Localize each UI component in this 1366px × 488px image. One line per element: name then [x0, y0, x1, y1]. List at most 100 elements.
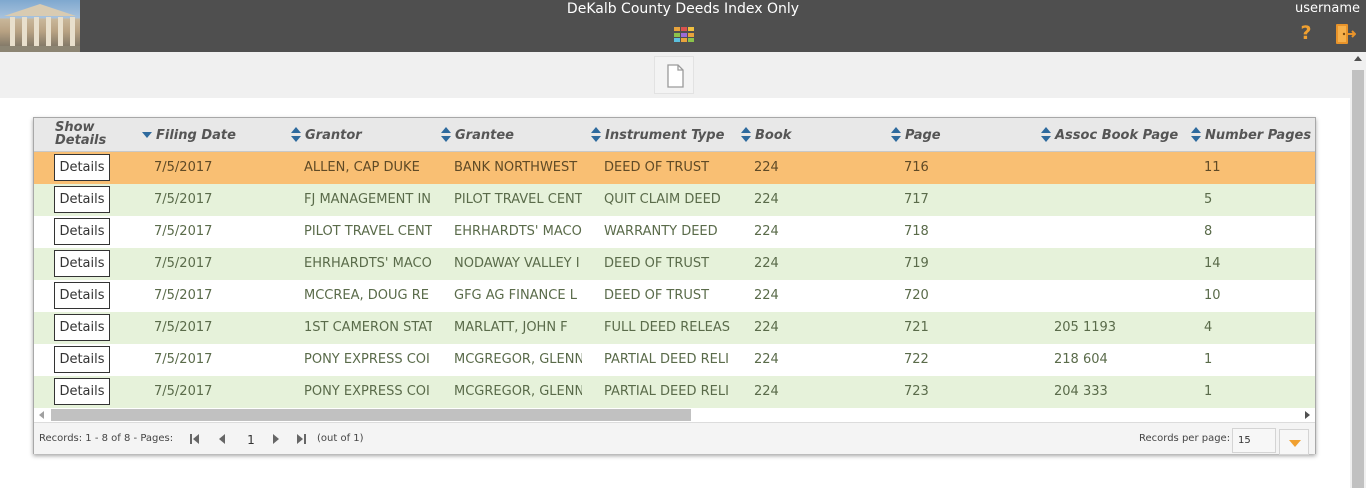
details-button[interactable]: Details	[54, 154, 110, 181]
cell-instrument-type: FULL DEED RELEAS	[604, 320, 731, 335]
cell-number-pages: 10	[1204, 288, 1221, 303]
header-grantor[interactable]: Grantor	[291, 118, 362, 152]
first-page-icon[interactable]	[190, 434, 200, 444]
cell-number-pages: 11	[1204, 160, 1221, 175]
header-assoc-book-page[interactable]: Assoc Book Page	[1041, 118, 1178, 152]
header-filing-date[interactable]: Filing Date	[142, 118, 236, 152]
apps-grid-square	[674, 27, 680, 31]
records-per-page-dropdown-button[interactable]	[1279, 429, 1309, 455]
header-grantor-label: Grantor	[305, 127, 362, 143]
details-button[interactable]: Details	[54, 282, 110, 309]
cell-grantee: MCGREGOR, GLENN	[454, 384, 582, 399]
header-page[interactable]: Page	[891, 118, 941, 152]
current-page-number[interactable]: 1	[244, 423, 258, 457]
table-row[interactable]: Details 7/5/2017 EHRHARDTS' MACO NODAWAY VA…	[34, 248, 1315, 280]
page-scrollbar[interactable]	[1350, 52, 1366, 488]
next-page-icon[interactable]	[272, 434, 282, 444]
header-grantee[interactable]: Grantee	[441, 118, 514, 152]
cell-grantee: PILOT TRAVEL CENT	[454, 192, 582, 207]
scroll-up-icon[interactable]	[1354, 56, 1362, 61]
cell-book: 224	[754, 288, 779, 303]
cell-book: 224	[754, 256, 779, 271]
apps-grid-square	[674, 38, 680, 43]
table-row[interactable]: Details 7/5/2017 ALLEN, CAP DUKE BANK NORTH…	[34, 152, 1315, 184]
toolbar	[0, 52, 1350, 98]
username-label[interactable]: username	[1295, 1, 1360, 17]
cell-instrument-type: DEED OF TRUST	[604, 288, 710, 303]
cell-instrument-type: QUIT CLAIM DEED	[604, 192, 721, 207]
table-row[interactable]: Details 7/5/2017 MCCREA, DOUG RE GFG AG FIN…	[34, 280, 1315, 312]
cell-grantor: EHRHARDTS' MACO	[304, 256, 432, 271]
apps-grid-square	[688, 32, 694, 37]
last-page-icon[interactable]	[297, 434, 307, 444]
cell-assoc-book-page	[1054, 280, 1194, 312]
cell-grantee: BANK NORTHWEST	[454, 160, 578, 175]
header-number-pages[interactable]: Number Pages	[1191, 118, 1311, 152]
document-button[interactable]	[654, 56, 694, 94]
details-button[interactable]: Details	[54, 378, 110, 405]
exit-icon[interactable]	[1334, 22, 1357, 46]
prev-page-icon[interactable]	[217, 434, 227, 444]
header-assoc-book-page-label: Assoc Book Page	[1055, 127, 1179, 143]
cell-instrument-type: PARTIAL DEED RELI	[604, 384, 729, 399]
cell-grantor: PILOT TRAVEL CENT	[304, 224, 432, 239]
page-count-text: (out of 1)	[317, 433, 364, 444]
header-book[interactable]: Book	[741, 118, 791, 152]
table-row[interactable]: Details 7/5/2017 FJ MANAGEMENT IN PILOT TRA…	[34, 184, 1315, 216]
cell-assoc-book-page	[1054, 248, 1194, 280]
header-instrument-type[interactable]: Instrument Type	[591, 118, 724, 152]
cell-number-pages: 14	[1204, 256, 1221, 271]
cell-grantor: 1ST CAMERON STAT	[304, 320, 432, 335]
scroll-right-icon[interactable]	[1305, 411, 1310, 419]
details-button[interactable]: Details	[54, 218, 110, 245]
details-button[interactable]: Details	[54, 186, 110, 213]
apps-grid-square	[674, 32, 680, 37]
details-button[interactable]: Details	[54, 346, 110, 373]
scrollbar-thumb[interactable]	[51, 409, 691, 421]
records-per-page-input[interactable]: 15	[1232, 428, 1276, 453]
header-filing-date-label: Filing Date	[156, 127, 236, 143]
scrollbar-thumb[interactable]	[1352, 70, 1364, 488]
details-button[interactable]: Details	[54, 250, 110, 277]
records-per-page-label: Records per page:	[1139, 433, 1231, 444]
details-button[interactable]: Details	[54, 314, 110, 341]
scroll-left-icon[interactable]	[39, 411, 44, 419]
cell-number-pages: 4	[1204, 320, 1213, 335]
cell-instrument-type: DEED OF TRUST	[604, 256, 710, 271]
cell-assoc-book-page: 204 333	[1054, 384, 1108, 399]
apps-grid-square	[681, 38, 687, 43]
sort-icon	[591, 127, 602, 143]
cell-grantee: EHRHARDTS' MACO	[454, 224, 582, 239]
cell-grantee: NODAWAY VALLEY I	[454, 256, 580, 271]
cell-filing-date: 7/5/2017	[154, 352, 213, 367]
document-icon	[667, 64, 684, 88]
header-show-details: Show Details	[55, 121, 106, 147]
deeds-grid: Show Details Filing Date Grantor Grantee…	[33, 117, 1316, 457]
cell-page: 721	[904, 320, 929, 335]
cell-assoc-book-page	[1054, 216, 1194, 248]
apps-grid-square	[688, 38, 694, 43]
cell-grantor: ALLEN, CAP DUKE	[304, 160, 420, 175]
table-row[interactable]: Details 7/5/2017 PILOT TRAVEL CENT EHRHARDT…	[34, 216, 1315, 248]
cell-book: 224	[754, 384, 779, 399]
cell-page: 718	[904, 224, 929, 239]
cell-filing-date: 7/5/2017	[154, 288, 213, 303]
cell-grantor: PONY EXPRESS COI	[304, 352, 430, 367]
sort-icon	[891, 127, 902, 143]
table-row[interactable]: Details 7/5/2017 PONY EXPRESS COI MCGREGOR,…	[34, 344, 1315, 376]
cell-filing-date: 7/5/2017	[154, 384, 213, 399]
cell-page: 716	[904, 160, 929, 175]
table-row[interactable]: Details 7/5/2017 PONY EXPRESS COI MCGREGOR,…	[34, 376, 1315, 408]
header-number-pages-label: Number Pages	[1205, 127, 1312, 143]
cell-instrument-type: WARRANTY DEED	[604, 224, 718, 239]
grid-horizontal-scrollbar[interactable]	[34, 408, 1315, 422]
cell-grantee: MCGREGOR, GLENN	[454, 352, 582, 367]
header-grantee-label: Grantee	[455, 127, 514, 143]
cell-page: 719	[904, 256, 929, 271]
sort-icon	[1041, 127, 1052, 143]
cell-assoc-book-page	[1054, 184, 1194, 216]
apps-grid-icon[interactable]	[674, 27, 694, 43]
help-icon[interactable]: ?	[1298, 22, 1314, 44]
table-row[interactable]: Details 7/5/2017 1ST CAMERON STAT MARLATT, …	[34, 312, 1315, 344]
pager: Records: 1 - 8 of 8 - Pages: 1 (out of 1…	[34, 422, 1315, 457]
